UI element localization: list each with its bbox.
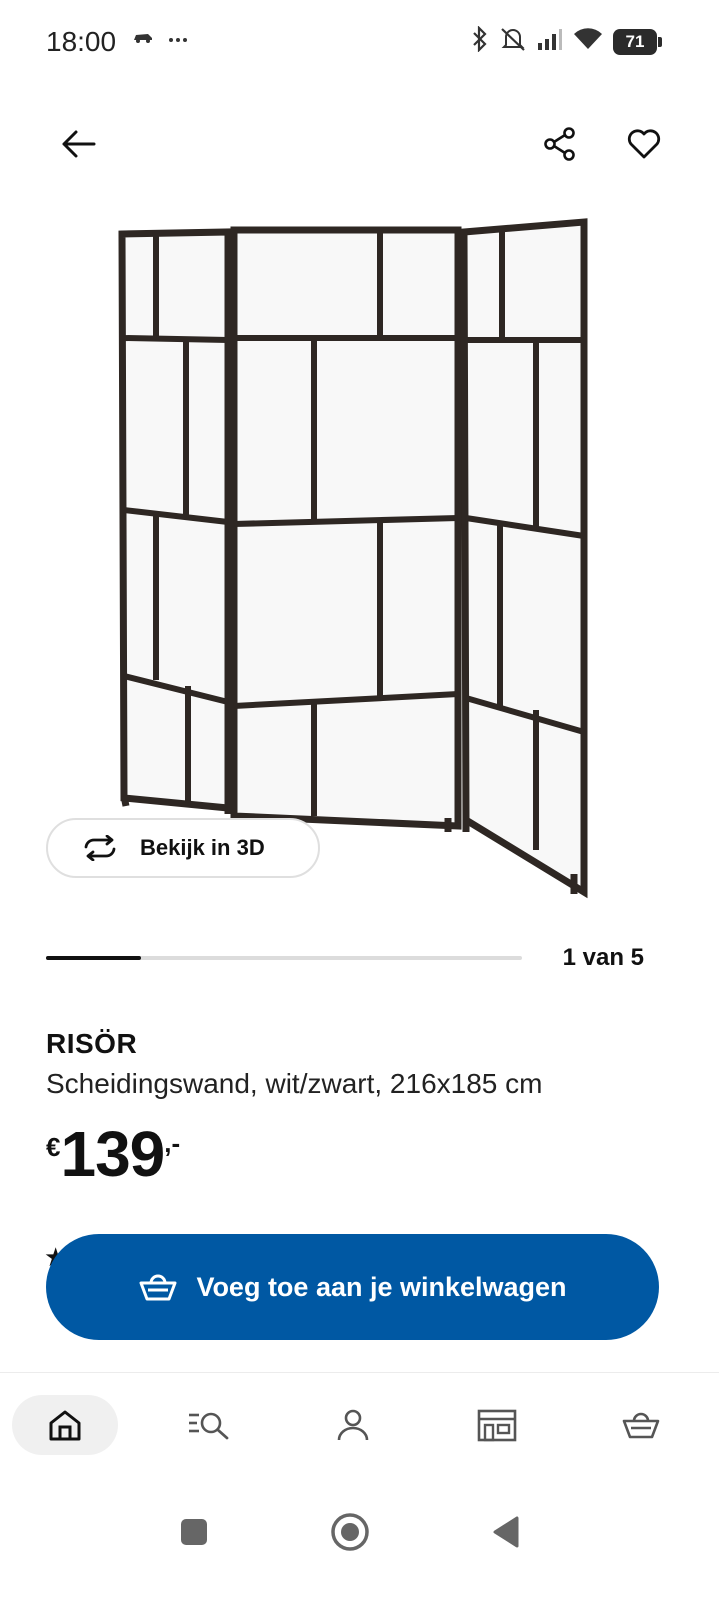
nav-search[interactable] — [156, 1395, 262, 1455]
back-button[interactable] — [52, 118, 104, 170]
battery-indicator: 71 — [613, 28, 662, 55]
bluetooth-icon — [471, 25, 489, 57]
search-list-icon — [189, 1412, 229, 1440]
heart-icon — [627, 129, 661, 159]
add-to-cart-label: Voeg toe aan je winkelwagen — [196, 1271, 567, 1302]
view-3d-label: Bekijk in 3D — [140, 835, 265, 860]
status-bar: 18:00 71 — [0, 0, 719, 90]
carousel-counter: 1 van 5 — [562, 944, 644, 971]
square-icon — [181, 1519, 207, 1545]
home-system-button[interactable] — [322, 1504, 378, 1560]
view-3d-button[interactable]: Bekijk in 3D — [46, 818, 320, 878]
product-name: RISÖR — [46, 1028, 138, 1059]
price-currency: € — [46, 1132, 61, 1162]
carousel-progress — [46, 956, 522, 960]
rotate-3d-icon — [84, 835, 116, 861]
arrow-left-icon — [62, 130, 96, 158]
signal-icon — [537, 27, 563, 56]
home-icon — [49, 1410, 81, 1441]
status-right-icons: 71 — [471, 25, 662, 57]
favourite-button[interactable] — [618, 118, 670, 170]
nav-home[interactable] — [12, 1395, 118, 1455]
circle-home-icon — [331, 1513, 369, 1551]
store-icon — [477, 1409, 517, 1442]
nav-cart[interactable] — [588, 1395, 694, 1455]
more-dots-icon — [168, 30, 188, 48]
back-system-button[interactable] — [478, 1504, 534, 1560]
share-button[interactable] — [534, 118, 586, 170]
status-time: 18:00 — [46, 26, 117, 57]
muted-bell-icon — [499, 26, 527, 57]
price-suffix: ,- — [164, 1128, 181, 1158]
nav-store[interactable] — [444, 1395, 550, 1455]
system-navigation — [0, 1478, 719, 1600]
triangle-back-icon — [493, 1516, 519, 1548]
status-left-icons — [132, 30, 188, 48]
product-description: Scheidingswand, wit/zwart, 216x185 cm — [46, 1068, 543, 1099]
profile-icon — [337, 1409, 369, 1441]
price-amount: 139 — [60, 1118, 165, 1190]
add-to-cart-button[interactable]: Voeg toe aan je winkelwagen — [46, 1234, 659, 1340]
recent-apps-button[interactable] — [166, 1504, 222, 1560]
nav-profile[interactable] — [300, 1395, 406, 1455]
basket-icon — [139, 1274, 177, 1301]
carousel-progress-fill — [46, 956, 142, 960]
cart-icon — [622, 1412, 660, 1439]
product-image[interactable] — [100, 210, 600, 910]
share-icon — [544, 127, 575, 161]
bottom-nav — [0, 1372, 719, 1472]
car-icon — [132, 30, 154, 48]
wifi-icon — [573, 27, 603, 56]
product-price: € 139 ,- — [46, 1122, 180, 1186]
